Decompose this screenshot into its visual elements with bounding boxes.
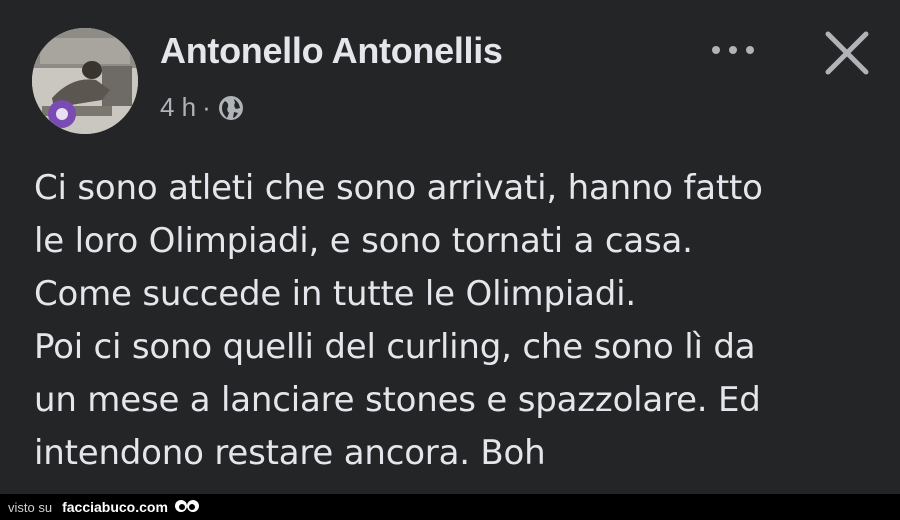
avatar-photo: [32, 28, 138, 134]
site-label: facciabuco.com: [62, 499, 168, 515]
more-options-icon-dot: [729, 46, 737, 54]
close-icon[interactable]: [820, 26, 874, 80]
eyes-logo-icon: [174, 500, 199, 512]
more-options-button[interactable]: [702, 32, 764, 68]
facebook-post: Antonello Antonellis 4 h · Ci sono atlet…: [0, 0, 900, 494]
post-text-line: Poi ci sono quelli del curling, che sono…: [34, 327, 756, 367]
globe-icon[interactable]: [217, 94, 245, 122]
post-text-line: intendono restare ancora. Boh: [34, 433, 546, 473]
post-meta: 4 h ·: [160, 92, 245, 123]
post-text-line: un mese a lanciare stones e spazzolare. …: [34, 380, 761, 420]
visto-label: visto su: [8, 499, 53, 515]
post-timestamp[interactable]: 4 h: [160, 92, 196, 123]
more-options-icon: [712, 46, 720, 54]
post-text: Ci sono atleti che sono arrivati, hanno …: [34, 162, 874, 480]
avatar[interactable]: [32, 28, 138, 134]
post-text-line: Come succede in tutte le Olimpiadi.: [34, 274, 636, 314]
post-text-line: le loro Olimpiadi, e sono tornati a casa…: [34, 221, 693, 261]
watermark-footer: visto su facciabuco.com: [0, 494, 900, 520]
meta-separator: ·: [202, 92, 211, 122]
more-options-icon-dot: [746, 46, 754, 54]
post-text-line: Ci sono atleti che sono arrivati, hanno …: [34, 168, 763, 208]
author-name[interactable]: Antonello Antonellis: [160, 30, 503, 72]
